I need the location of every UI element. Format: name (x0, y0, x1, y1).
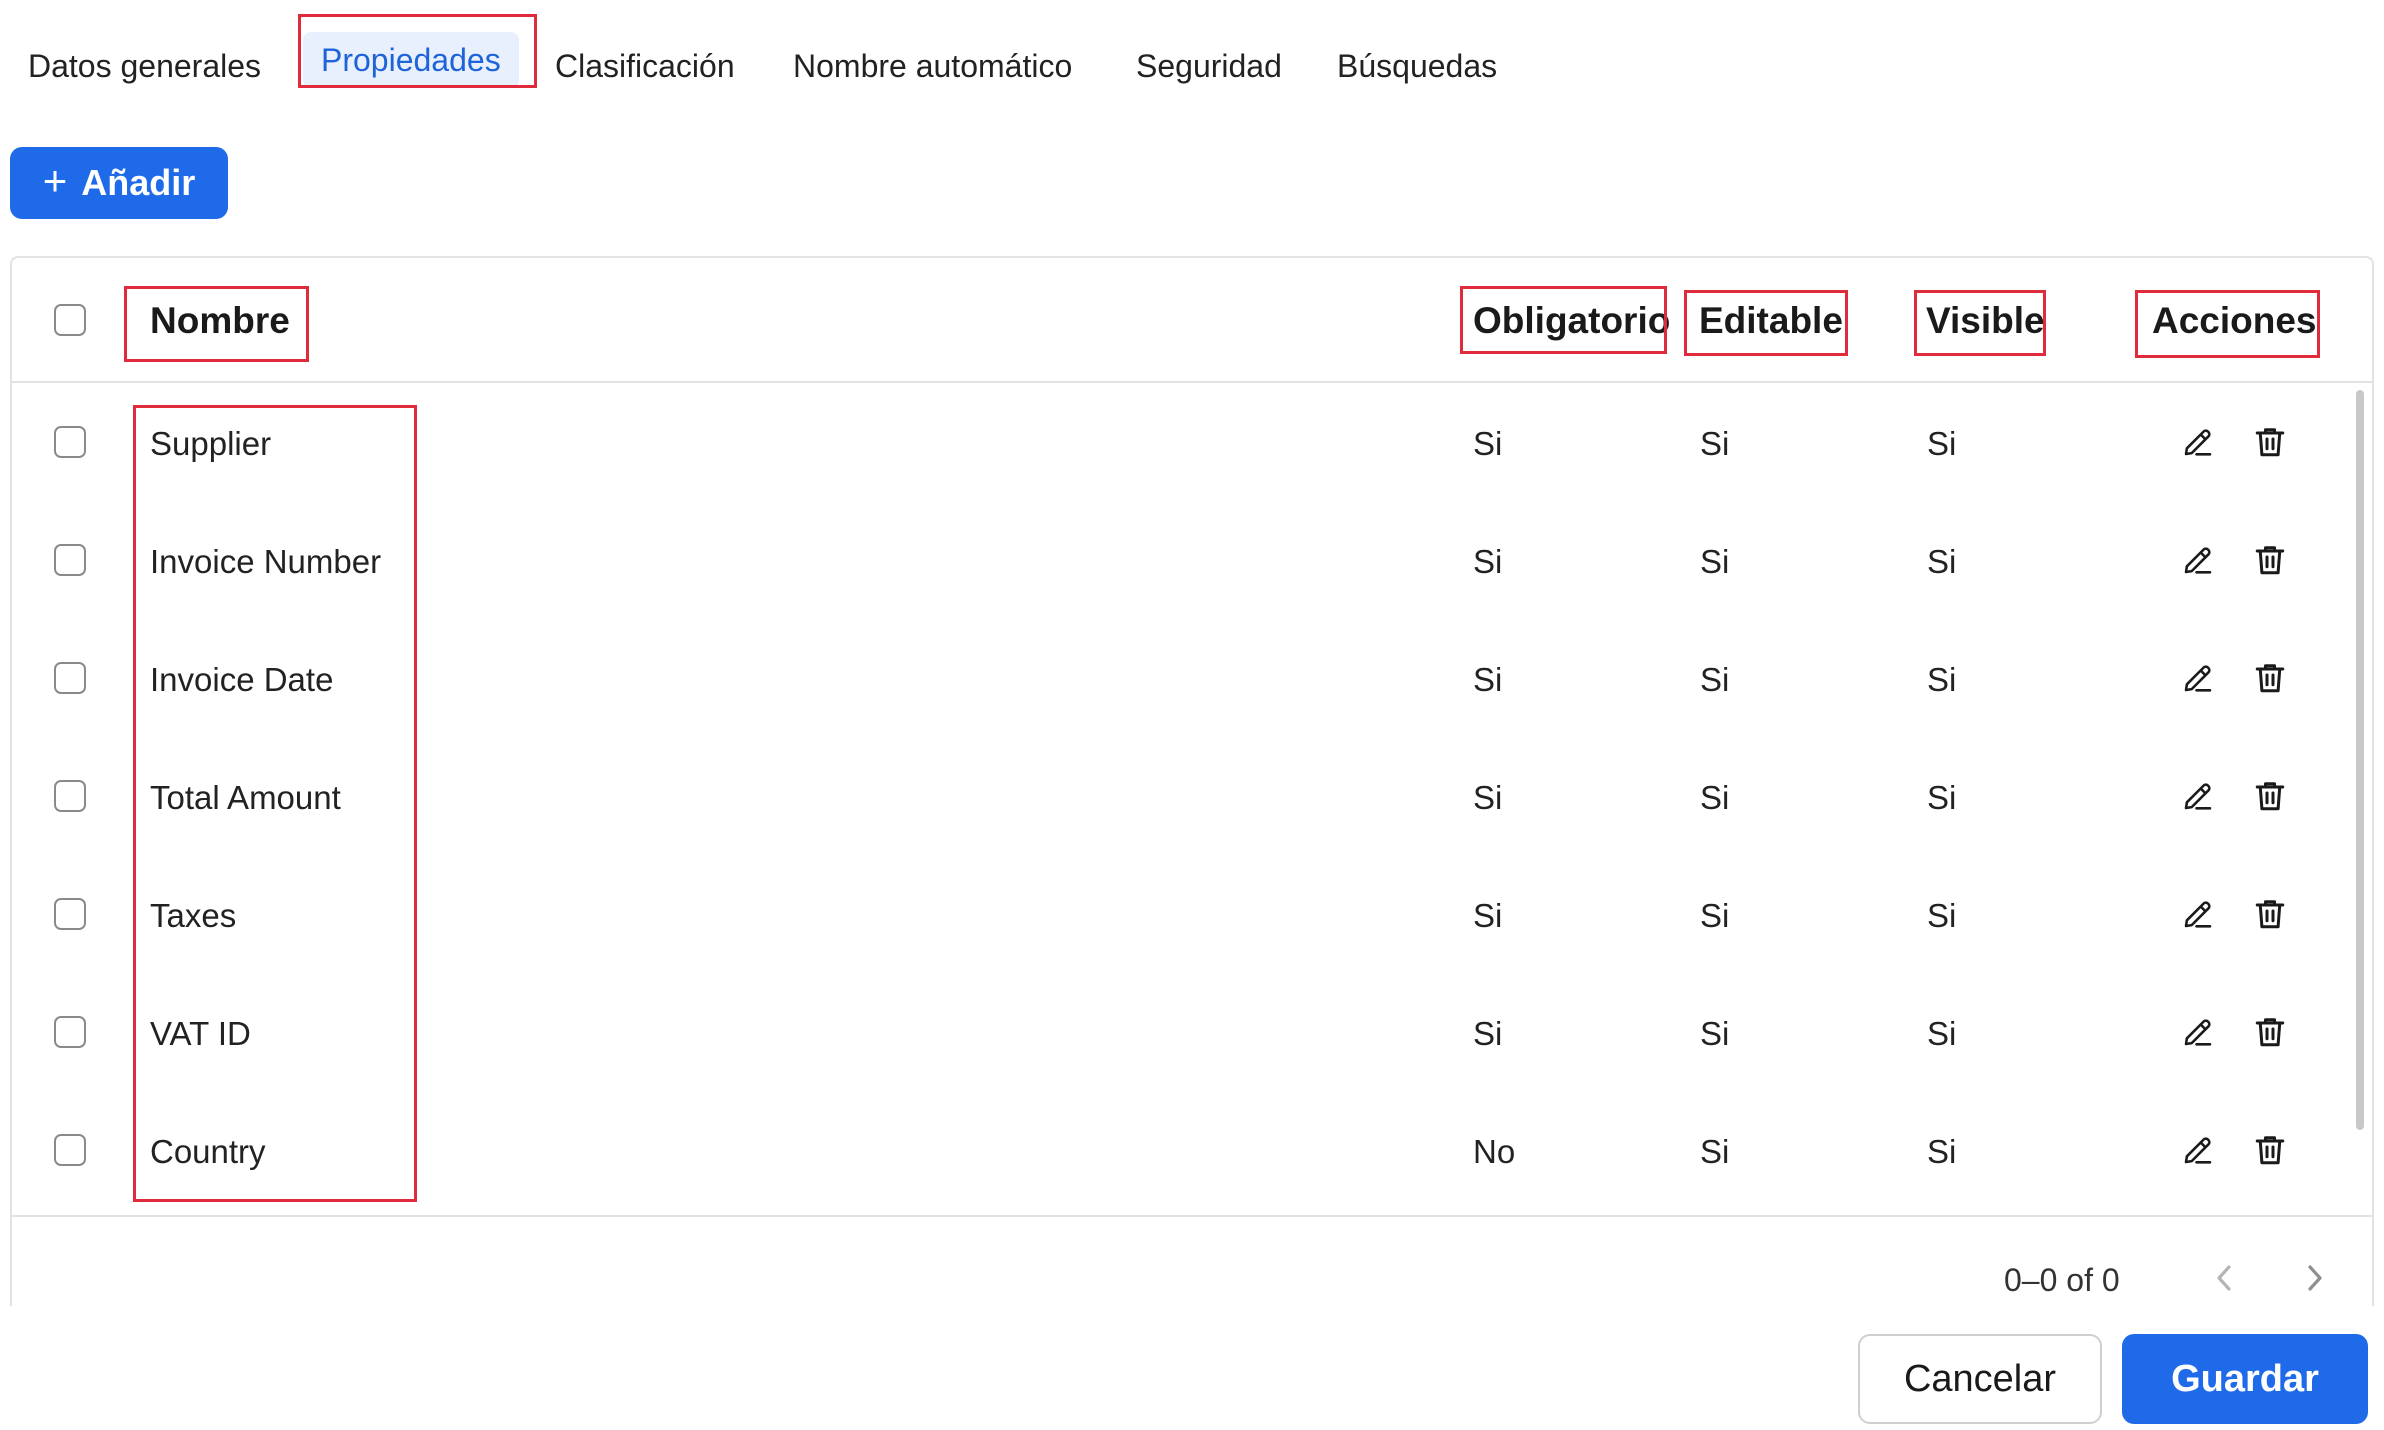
cell-editable: Si (1700, 543, 1730, 580)
table-row[interactable]: Total Amount Si Si Si (12, 737, 2372, 855)
cell-name: Taxes (150, 897, 237, 934)
pencil-icon[interactable] (2180, 778, 2216, 814)
table-row[interactable]: Invoice Number Si Si Si (12, 501, 2372, 619)
cell-required: Si (1473, 425, 1503, 462)
table-row[interactable]: VAT ID Si Si Si (12, 973, 2372, 1091)
add-button[interactable]: + Añadir (10, 147, 228, 219)
trash-icon[interactable] (2252, 542, 2288, 578)
table-row[interactable]: Taxes Si Si Si (12, 855, 2372, 973)
pencil-icon[interactable] (2180, 424, 2216, 460)
add-button-label: Añadir (81, 162, 196, 203)
cell-required: Si (1473, 1015, 1503, 1052)
trash-icon[interactable] (2252, 778, 2288, 814)
plus-icon: + (42, 157, 68, 204)
cell-name: Invoice Number (150, 543, 382, 580)
cell-visible: Si (1927, 1015, 1957, 1052)
table-scrollbar[interactable] (2356, 390, 2364, 1130)
table-row[interactable]: Invoice Date Si Si Si (12, 619, 2372, 737)
tab-nombre-automatico[interactable]: Nombre automático (793, 50, 1072, 82)
select-all-checkbox[interactable] (54, 304, 86, 336)
properties-table: Nombre Obligatorio Editable Visible Acci… (10, 256, 2374, 1306)
cancel-button[interactable]: Cancelar (1858, 1334, 2102, 1424)
column-header-actions: Acciones (2152, 300, 2317, 341)
tab-datos-generales[interactable]: Datos generales (28, 50, 261, 82)
tab-propiedades[interactable]: Propiedades (303, 32, 519, 88)
trash-icon[interactable] (2252, 896, 2288, 932)
trash-icon[interactable] (2252, 424, 2288, 460)
column-header-editable[interactable]: Editable (1699, 302, 1843, 339)
pencil-icon[interactable] (2180, 1014, 2216, 1050)
tab-busquedas[interactable]: Búsquedas (1337, 50, 1497, 82)
page: Datos generales Propiedades Clasificació… (0, 0, 2384, 1430)
table-row[interactable]: Supplier Si Si Si (12, 383, 2372, 501)
row-checkbox[interactable] (54, 780, 86, 812)
column-header-required[interactable]: Obligatorio (1473, 302, 1670, 339)
table-body: Supplier Si Si Si Invoice Number Si Si Si Invoic… (12, 383, 2372, 1217)
cell-required: Si (1473, 543, 1503, 580)
cell-required: Si (1473, 661, 1503, 698)
tab-clasificacion[interactable]: Clasificación (555, 50, 735, 82)
column-header-name[interactable]: Nombre (150, 302, 290, 339)
row-checkbox[interactable] (54, 1134, 86, 1166)
save-button[interactable]: Guardar (2122, 1334, 2368, 1424)
cell-visible: Si (1927, 425, 1957, 462)
row-checkbox[interactable] (54, 898, 86, 930)
row-checkbox[interactable] (54, 662, 86, 694)
trash-icon[interactable] (2252, 1014, 2288, 1050)
tab-bar: Datos generales Propiedades Clasificació… (0, 0, 1600, 100)
pencil-icon[interactable] (2180, 660, 2216, 696)
tab-seguridad[interactable]: Seguridad (1136, 50, 1282, 82)
pencil-icon[interactable] (2180, 542, 2216, 578)
cell-editable: Si (1700, 425, 1730, 462)
pencil-icon[interactable] (2180, 1132, 2216, 1168)
pencil-icon[interactable] (2180, 896, 2216, 932)
table-header: Nombre Obligatorio Editable Visible Acci… (12, 258, 2372, 383)
cell-name: Supplier (150, 425, 272, 462)
cell-name: Country (150, 1133, 266, 1170)
table-row[interactable]: Country No Si Si (12, 1091, 2372, 1209)
chevron-right-icon[interactable] (2295, 1258, 2335, 1298)
cell-visible: Si (1927, 661, 1957, 698)
cell-name: Invoice Date (150, 661, 334, 698)
trash-icon[interactable] (2252, 1132, 2288, 1168)
cell-editable: Si (1700, 661, 1730, 698)
cell-name: VAT ID (150, 1015, 251, 1052)
chevron-left-icon[interactable] (2204, 1258, 2244, 1298)
cell-visible: Si (1927, 779, 1957, 816)
trash-icon[interactable] (2252, 660, 2288, 696)
cell-required: No (1473, 1133, 1516, 1170)
row-checkbox[interactable] (54, 544, 86, 576)
cell-required: Si (1473, 779, 1503, 816)
cell-editable: Si (1700, 1015, 1730, 1052)
cell-editable: Si (1700, 1133, 1730, 1170)
row-checkbox[interactable] (54, 1016, 86, 1048)
cell-editable: Si (1700, 779, 1730, 816)
cell-visible: Si (1927, 543, 1957, 580)
cell-name: Total Amount (150, 779, 341, 816)
cell-visible: Si (1927, 1133, 1957, 1170)
cell-visible: Si (1927, 897, 1957, 934)
column-header-visible[interactable]: Visible (1926, 302, 2045, 339)
row-checkbox[interactable] (54, 426, 86, 458)
cell-required: Si (1473, 897, 1503, 934)
cell-editable: Si (1700, 897, 1730, 934)
pagination-range: 0–0 of 0 (2004, 1262, 2120, 1298)
